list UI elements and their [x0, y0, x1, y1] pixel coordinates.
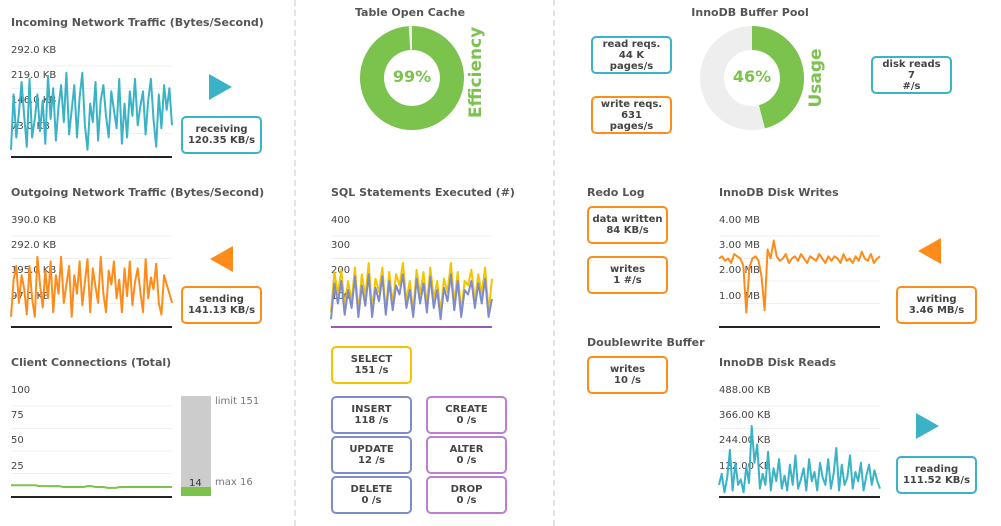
incoming-traffic-chart — [10, 65, 173, 158]
disk-writes-title: InnoDB Disk Writes — [719, 186, 839, 199]
series-line — [11, 484, 172, 489]
column-divider-left — [294, 0, 296, 526]
client-connections-chart — [11, 405, 172, 498]
alter-label: ALTER — [449, 444, 484, 455]
drop-stat-box: DROP 0 /s — [426, 476, 507, 514]
disk-reads-value: 7 — [908, 69, 915, 81]
doublewrite-buffer-title: Doublewrite Buffer — [587, 336, 705, 349]
writing-value: 3.46 MB/s — [908, 305, 965, 316]
writing-stat-box: writing 3.46 MB/s — [896, 286, 977, 324]
insert-stat-box: INSERT 118 /s — [331, 396, 412, 434]
redo-log-title: Redo Log — [587, 186, 645, 199]
delete-label: DELETE — [350, 484, 393, 495]
redo-data-written-value: 84 KB/s — [606, 225, 649, 236]
redo-writes-box: writes 1 #/s — [587, 256, 668, 294]
redo-data-written-box: data written 84 KB/s — [587, 206, 668, 244]
play-right-icon[interactable] — [207, 73, 233, 101]
writing-label: writing — [916, 294, 957, 305]
buffer-pool-title: InnoDB Buffer Pool — [691, 6, 809, 19]
disk-reads-title: InnoDB Disk Reads — [719, 356, 837, 369]
read-requests-label: read reqs. — [602, 38, 661, 50]
read-requests-unit: pages/s — [609, 60, 654, 72]
update-stat-box: UPDATE 12 /s — [331, 436, 412, 474]
table-cache-percent: 99% — [392, 67, 432, 86]
select-value: 151 /s — [354, 365, 389, 376]
doublewrite-writes-box: writes 10 /s — [587, 356, 668, 394]
disk-writes-chart — [718, 235, 881, 328]
update-label: UPDATE — [349, 444, 394, 455]
reading-stat-box: reading 111.52 KB/s — [896, 456, 977, 494]
insert-label: INSERT — [351, 404, 392, 415]
delete-value: 0 /s — [361, 495, 382, 506]
disk-reads-chart — [718, 405, 881, 498]
redo-writes-value: 1 #/s — [613, 275, 642, 286]
series-line — [10, 71, 173, 151]
series-line — [718, 239, 881, 314]
write-requests-label: write reqs. — [600, 98, 663, 110]
write-requests-box: write reqs. 631 pages/s — [591, 96, 672, 134]
receiving-stat-box: receiving 120.35 KB/s — [181, 116, 262, 154]
play-left-icon[interactable] — [916, 237, 942, 265]
buffer-pool-percent: 46% — [732, 67, 772, 86]
doublewrite-writes-value: 10 /s — [613, 375, 641, 386]
disk-reads-tick-label: 488.00 KB — [719, 385, 771, 396]
sending-label: sending — [199, 294, 244, 305]
disk-reads-box: disk reads 7 #/s — [871, 56, 952, 94]
delete-stat-box: DELETE 0 /s — [331, 476, 412, 514]
outgoing-traffic-chart — [10, 235, 173, 328]
select-label: SELECT — [350, 354, 393, 365]
play-left-icon[interactable] — [208, 245, 234, 273]
sql-tick-label: 400 — [331, 215, 351, 226]
play-right-icon[interactable] — [914, 412, 940, 440]
disk-reads-unit: #/s — [902, 80, 921, 92]
connections-max-label: max 16 — [215, 477, 253, 488]
outgoing-tick-label: 390.0 KB — [11, 215, 57, 226]
outgoing-traffic-title: Outgoing Network Traffic (Bytes/Second) — [11, 186, 265, 199]
doublewrite-writes-label: writes — [609, 364, 646, 375]
create-stat-box: CREATE 0 /s — [426, 396, 507, 434]
create-value: 0 /s — [456, 415, 477, 426]
drop-label: DROP — [450, 484, 483, 495]
table-cache-efficiency-label: Efficiency — [466, 26, 486, 118]
disk-writes-tick-label: 4.00 MB — [719, 215, 760, 226]
reading-value: 111.52 KB/s — [902, 475, 971, 486]
connections-limit-label: limit 151 — [215, 396, 260, 407]
insert-value: 118 /s — [354, 415, 389, 426]
create-label: CREATE — [445, 404, 488, 415]
update-value: 12 /s — [357, 455, 385, 466]
incoming-tick-label: 292.0 KB — [11, 45, 57, 56]
select-stat-box: SELECT 151 /s — [331, 346, 412, 384]
column-divider-right — [553, 0, 555, 526]
read-requests-box: read reqs. 44 K pages/s — [591, 36, 672, 74]
drop-value: 0 /s — [456, 495, 477, 506]
receiving-value: 120.35 KB/s — [187, 135, 256, 146]
sending-stat-box: sending 141.13 KB/s — [181, 286, 262, 324]
redo-writes-label: writes — [609, 264, 646, 275]
disk-reads-label: disk reads — [882, 58, 941, 70]
alter-value: 0 /s — [456, 455, 477, 466]
client-connections-title: Client Connections (Total) — [11, 356, 172, 369]
connections-current-label: 14 — [189, 478, 202, 489]
reading-label: reading — [914, 464, 959, 475]
series-line — [718, 424, 881, 494]
write-requests-unit: pages/s — [609, 120, 654, 132]
redo-data-written-label: data written — [592, 214, 663, 225]
sql-statements-title: SQL Statements Executed (#) — [331, 186, 515, 199]
read-requests-value: 44 K — [618, 49, 645, 61]
buffer-pool-usage-label: Usage — [806, 48, 826, 108]
alter-stat-box: ALTER 0 /s — [426, 436, 507, 474]
table-open-cache-title: Table Open Cache — [354, 6, 466, 19]
series-line — [10, 255, 173, 318]
incoming-traffic-title: Incoming Network Traffic (Bytes/Second) — [11, 16, 264, 29]
sql-statements-chart — [330, 235, 493, 328]
sending-value: 141.13 KB/s — [187, 305, 256, 316]
write-requests-value: 631 — [621, 109, 642, 121]
receiving-label: receiving — [195, 124, 248, 135]
connections-tick-label: 100 — [11, 385, 31, 396]
